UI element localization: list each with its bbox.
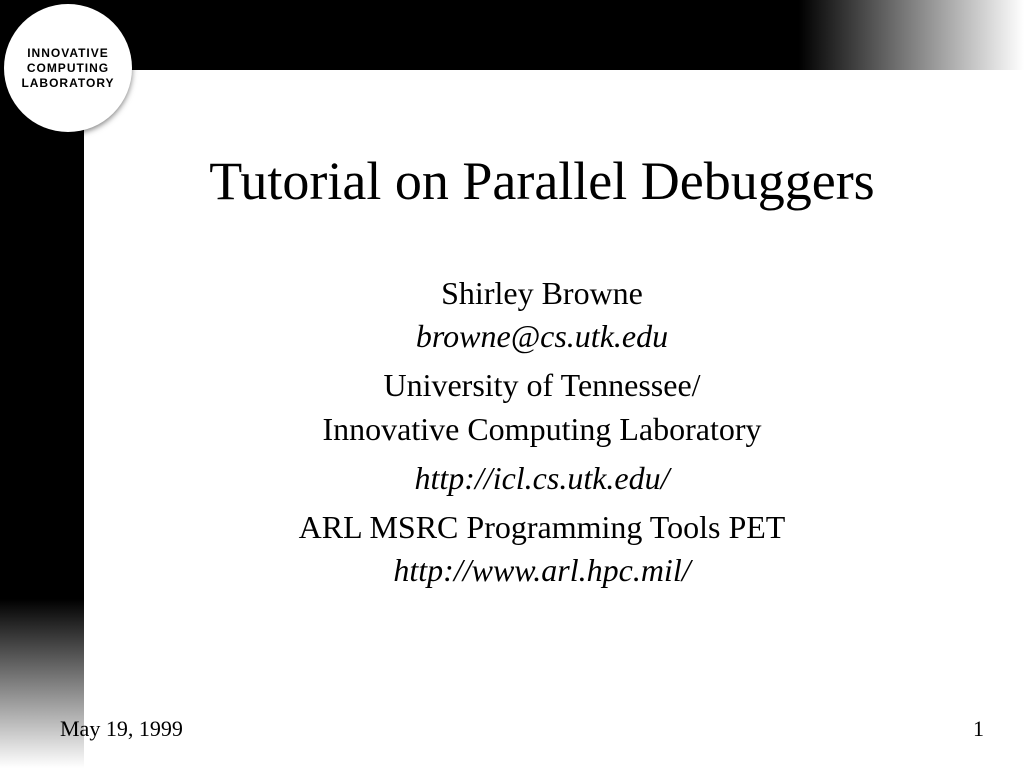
program-name: ARL MSRC Programming Tools PET bbox=[100, 506, 984, 549]
top-band-decoration bbox=[0, 0, 1024, 70]
slide: INNOVATIVE COMPUTING LABORATORY Tutorial… bbox=[0, 0, 1024, 768]
affiliation-line-1: University of Tennessee/ bbox=[100, 364, 984, 407]
logo-badge: INNOVATIVE COMPUTING LABORATORY bbox=[4, 4, 132, 132]
footer-page-number: 1 bbox=[973, 716, 984, 742]
logo-text: INNOVATIVE COMPUTING LABORATORY bbox=[21, 46, 114, 91]
author-email: browne@cs.utk.edu bbox=[100, 315, 984, 358]
author-name: Shirley Browne bbox=[100, 272, 984, 315]
program-url: http://www.arl.hpc.mil/ bbox=[100, 549, 984, 592]
logo-line-3: LABORATORY bbox=[21, 76, 114, 91]
logo-line-1: INNOVATIVE bbox=[21, 46, 114, 61]
slide-title: Tutorial on Parallel Debuggers bbox=[100, 150, 984, 212]
logo-line-2: COMPUTING bbox=[21, 61, 114, 76]
footer-date: May 19, 1999 bbox=[60, 716, 183, 742]
lab-url: http://icl.cs.utk.edu/ bbox=[100, 457, 984, 500]
slide-footer: May 19, 1999 1 bbox=[60, 716, 984, 742]
affiliation-line-2: Innovative Computing Laboratory bbox=[100, 408, 984, 451]
slide-content: Tutorial on Parallel Debuggers Shirley B… bbox=[100, 150, 984, 598]
